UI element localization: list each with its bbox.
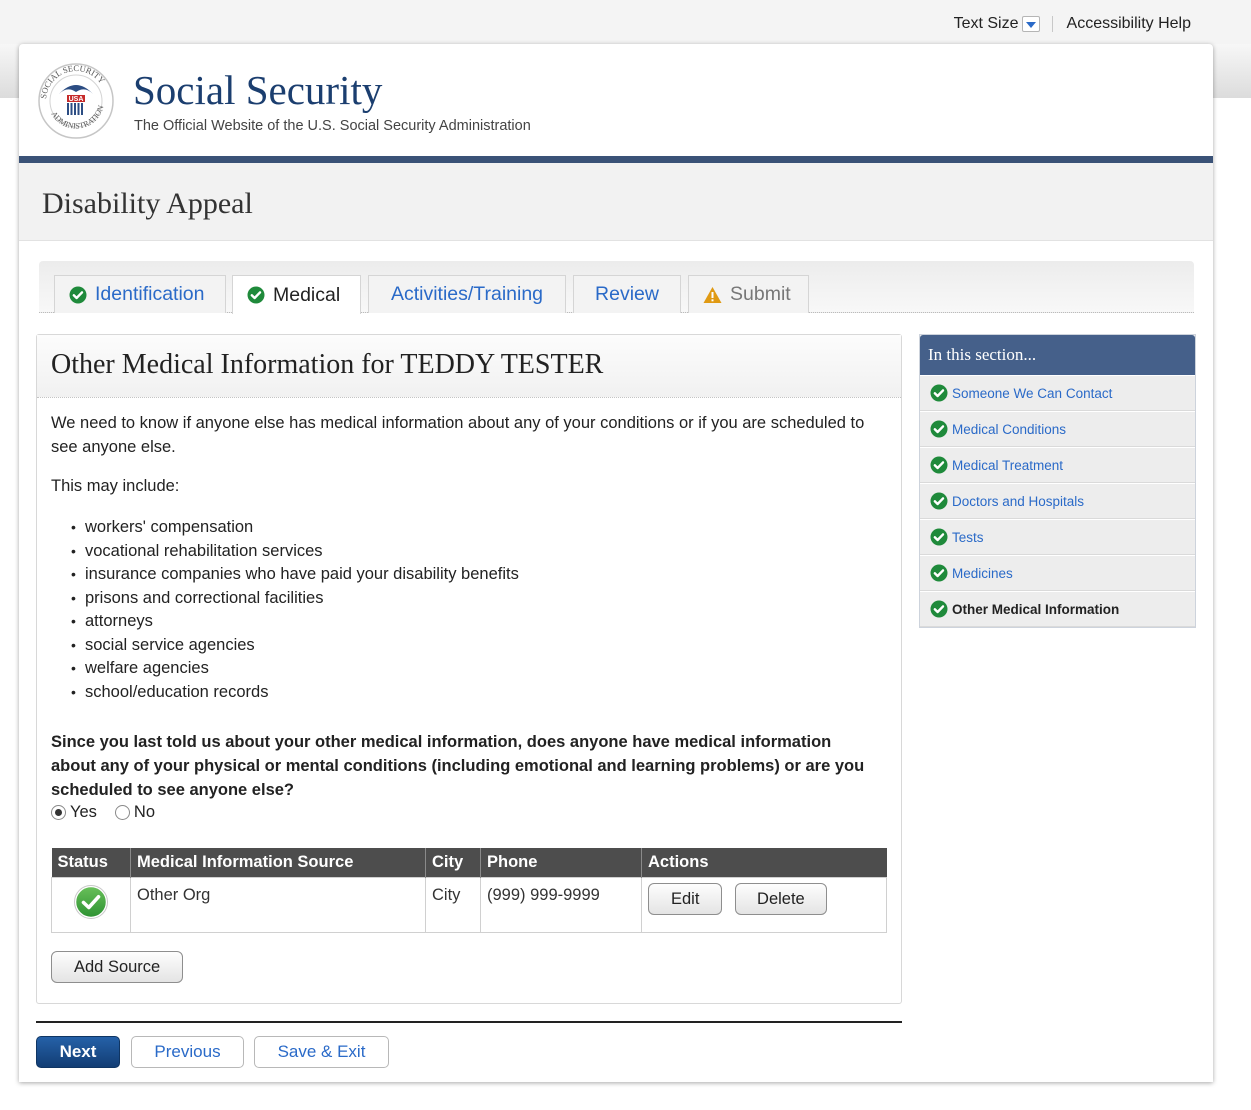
table-row: Other Org City (999) 999-9999 Edit Delet… xyxy=(51,876,887,933)
sidebar-item-medical-treatment[interactable]: Medical Treatment xyxy=(920,447,1195,483)
tab-label: Identification xyxy=(95,283,205,305)
actions-cell: Edit Delete xyxy=(641,876,887,933)
may-include-text: This may include: xyxy=(51,477,180,495)
check-circle-icon xyxy=(930,600,948,618)
source-cell: Other Org xyxy=(130,876,426,933)
page-title: Disability Appeal xyxy=(42,187,253,220)
yes-no-radio-group: Yes No xyxy=(51,803,173,822)
tab-bar: Identification Medical Activities/Traini… xyxy=(39,261,1194,314)
sidebar-item-label: Medicines xyxy=(952,565,1013,581)
sidebar-item-label: Medical Conditions xyxy=(952,421,1067,437)
accessibility-help-link[interactable]: Accessibility Help xyxy=(1067,15,1191,33)
list-item: attorneys xyxy=(71,610,519,634)
column-header-source: Medical Information Source xyxy=(130,848,426,877)
next-button[interactable]: Next xyxy=(36,1036,120,1068)
sidebar-item-tests[interactable]: Tests xyxy=(920,519,1195,555)
tab-label: Activities/Training xyxy=(390,283,544,305)
warning-triangle-icon xyxy=(703,286,722,304)
check-circle-icon xyxy=(930,528,948,546)
bullet-list: workers' compensation vocational rehabil… xyxy=(71,516,519,704)
check-circle-icon xyxy=(69,286,87,304)
radio-circle[interactable] xyxy=(51,805,66,820)
page-title-band: Disability Appeal xyxy=(19,163,1213,241)
check-circle-icon xyxy=(930,420,948,438)
list-item: insurance companies who have paid your d… xyxy=(71,563,519,587)
tab-review[interactable]: Review xyxy=(573,275,681,313)
radio-no[interactable]: No xyxy=(114,803,156,822)
list-item: welfare agencies xyxy=(71,657,519,681)
radio-yes[interactable]: Yes xyxy=(51,803,97,822)
ssa-seal-logo: SOCIAL SECURITY ADMINISTRATION USA xyxy=(38,63,114,139)
footer-divider xyxy=(36,1021,902,1023)
save-exit-button[interactable]: Save & Exit xyxy=(254,1036,389,1068)
check-circle-icon xyxy=(930,564,948,582)
check-circle-icon xyxy=(247,286,265,304)
check-circle-icon xyxy=(930,456,948,474)
text-size-label: Text Size xyxy=(953,15,1019,32)
sidebar-item-label: Other Medical Information xyxy=(952,601,1120,617)
radio-no-label: No xyxy=(133,803,156,821)
tab-label: Medical xyxy=(273,283,341,306)
add-source-button[interactable]: Add Source xyxy=(51,951,184,983)
previous-button[interactable]: Previous xyxy=(131,1036,244,1068)
sidebar-item-other-medical-information[interactable]: Other Medical Information xyxy=(920,591,1195,627)
radio-circle[interactable] xyxy=(114,805,130,820)
page-container: SOCIAL SECURITY ADMINISTRATION USA Socia… xyxy=(19,44,1213,1082)
site-subtitle: The Official Website of the U.S. Social … xyxy=(134,118,531,134)
tab-label: Submit xyxy=(730,283,791,305)
list-item: prisons and correctional facilities xyxy=(71,587,519,611)
edit-button[interactable]: Edit xyxy=(648,882,723,915)
question-text: Since you last told us about your other … xyxy=(51,733,865,799)
tab-activities-training[interactable]: Activities/Training xyxy=(368,275,566,313)
column-header-status: Status xyxy=(51,848,131,877)
sidebar-title: In this section... xyxy=(920,335,1195,375)
medical-sources-table: Status Medical Information Source City P… xyxy=(51,848,887,933)
sidebar-item-label: Someone We Can Contact xyxy=(952,385,1113,401)
header-rule xyxy=(19,156,1213,163)
check-circle-icon xyxy=(930,492,948,510)
tab-identification[interactable]: Identification xyxy=(54,275,226,313)
check-circle-icon xyxy=(930,384,948,402)
list-item: social service agencies xyxy=(71,634,519,658)
sidebar-item-label: Medical Treatment xyxy=(952,457,1064,473)
column-header-actions: Actions xyxy=(641,848,887,877)
delete-button[interactable]: Delete xyxy=(735,882,827,915)
tab-submit[interactable]: Submit xyxy=(688,275,809,313)
tab-medical[interactable]: Medical xyxy=(232,275,361,314)
sidebar-item-medical-conditions[interactable]: Medical Conditions xyxy=(920,411,1195,447)
section-title: Other Medical Information for TEDDY TEST… xyxy=(51,349,604,380)
sidebar-item-doctors-and-hospitals[interactable]: Doctors and Hospitals xyxy=(920,483,1195,519)
sidebar-item-label: Doctors and Hospitals xyxy=(952,493,1085,509)
sidebar-item-medicines[interactable]: Medicines xyxy=(920,555,1195,591)
content-panel: Other Medical Information for TEDDY TEST… xyxy=(36,334,902,1004)
sidebar-item-label: Tests xyxy=(952,529,984,545)
radio-yes-label: Yes xyxy=(70,803,97,821)
text-size-control[interactable]: Text Size xyxy=(954,15,1040,33)
sidebar-item-someone-we-can-contact[interactable]: Someone We Can Contact xyxy=(920,375,1195,411)
city-cell: City xyxy=(425,876,481,933)
site-title: Social Security xyxy=(133,67,383,113)
section-sidebar: In this section... Someone We Can Contac… xyxy=(919,334,1196,628)
column-header-phone: Phone xyxy=(480,848,642,877)
list-item: workers' compensation xyxy=(71,516,519,540)
chevron-down-icon[interactable] xyxy=(1021,16,1040,32)
intro-text: We need to know if anyone else has medic… xyxy=(51,414,865,456)
utility-bar: Text Size Accessibility Help xyxy=(954,12,1191,36)
list-item: vocational rehabilitation services xyxy=(71,540,519,564)
phone-cell: (999) 999-9999 xyxy=(480,876,642,933)
list-item: school/education records xyxy=(71,681,519,705)
divider xyxy=(1051,16,1053,32)
column-header-city: City xyxy=(425,848,481,877)
tab-label: Review xyxy=(595,283,659,305)
status-cell xyxy=(51,876,131,933)
svg-text:USA: USA xyxy=(69,96,84,103)
table-header-row: Status Medical Information Source City P… xyxy=(51,848,887,877)
check-circle-icon xyxy=(74,884,108,923)
